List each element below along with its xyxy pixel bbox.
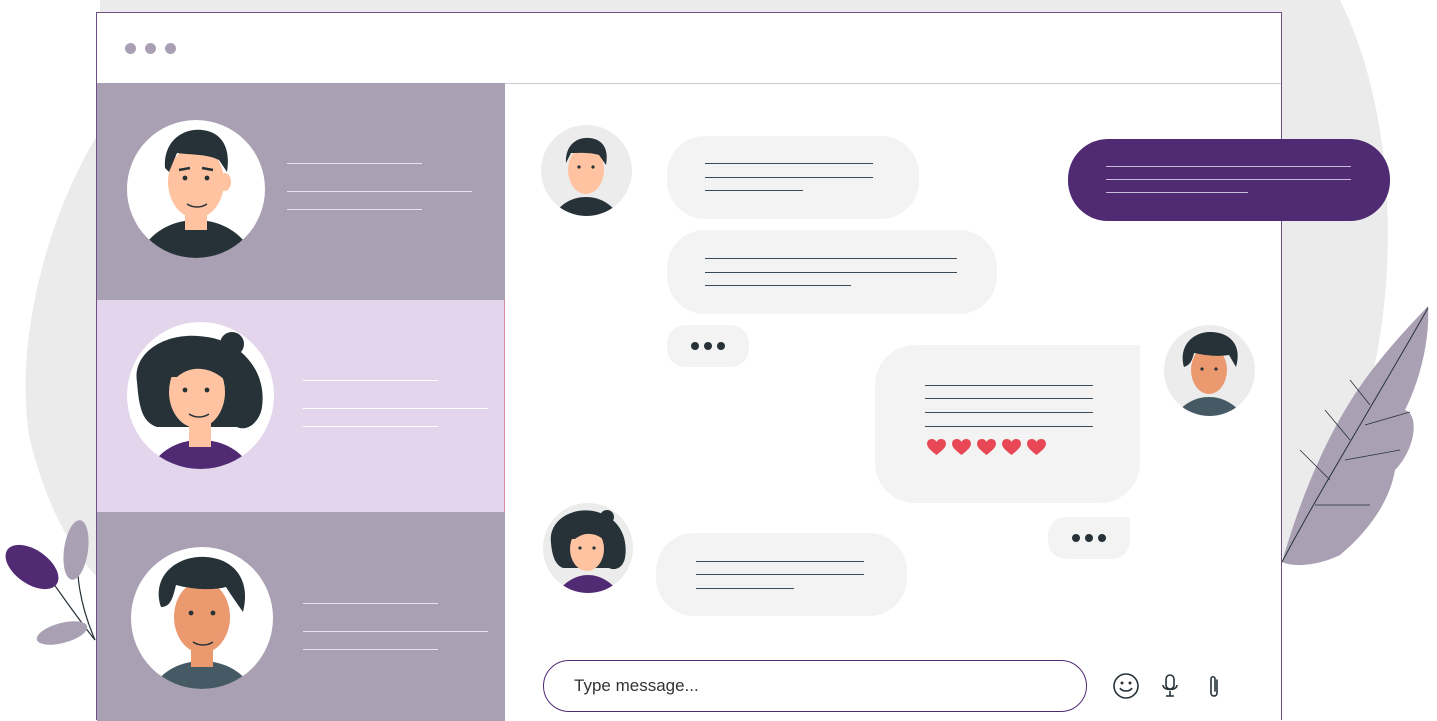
contact-item-active[interactable]	[97, 300, 505, 512]
conversation-panel	[505, 83, 1390, 721]
heart-icon	[1027, 439, 1046, 456]
contact-item[interactable]	[97, 512, 505, 721]
contact-list-sidebar	[97, 83, 505, 721]
decorative-leaves-left	[5, 520, 96, 645]
message-bubble-received[interactable]	[875, 345, 1140, 503]
message-input[interactable]	[572, 675, 1056, 697]
heart-icon	[1002, 439, 1021, 456]
message-composer	[543, 660, 1087, 712]
avatar	[543, 503, 633, 593]
chat-app-window	[96, 12, 1390, 721]
heart-icon	[977, 439, 996, 456]
title-bar	[97, 13, 1281, 84]
window-control-dot[interactable]	[145, 43, 156, 54]
heart-icon	[952, 439, 971, 456]
avatar	[127, 322, 274, 469]
heart-reactions	[927, 439, 1046, 456]
heart-icon	[927, 439, 946, 456]
typing-indicator	[667, 325, 749, 367]
message-bubble-sent[interactable]	[1068, 139, 1390, 221]
contact-item[interactable]	[97, 83, 505, 300]
avatar	[541, 125, 632, 216]
microphone-icon[interactable]	[1155, 671, 1185, 701]
message-bubble-received[interactable]	[667, 136, 919, 219]
window-control-dot[interactable]	[125, 43, 136, 54]
typing-indicator	[1048, 517, 1130, 559]
smiley-icon[interactable]	[1111, 671, 1141, 701]
message-bubble-received[interactable]	[656, 533, 907, 616]
decorative-leaf-right	[1281, 306, 1429, 566]
avatar	[131, 547, 273, 689]
paperclip-icon[interactable]	[1199, 671, 1229, 701]
avatar	[127, 120, 265, 258]
avatar	[1164, 325, 1255, 416]
window-control-dot[interactable]	[165, 43, 176, 54]
message-bubble-received[interactable]	[667, 230, 997, 314]
